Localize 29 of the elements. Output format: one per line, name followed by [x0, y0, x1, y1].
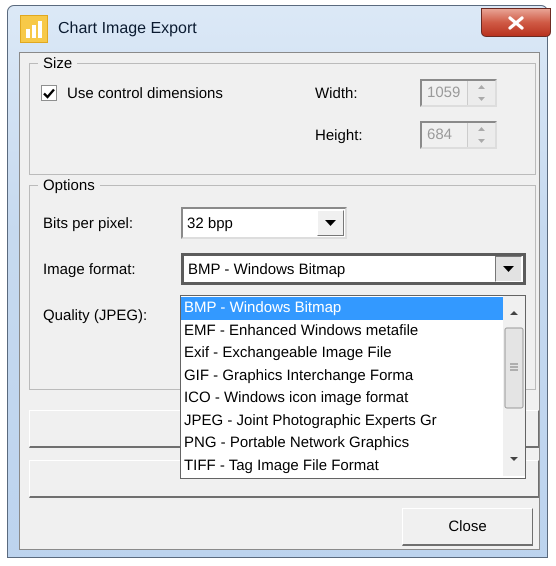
checkbox-label[interactable]: Use control dimensions: [67, 84, 223, 102]
list-item[interactable]: EMF - Enhanced Windows metafile: [181, 320, 503, 342]
up-arrow-icon: [478, 127, 485, 131]
close-button[interactable]: [481, 8, 551, 37]
checkbox[interactable]: [41, 85, 57, 101]
field-label: Quality (JPEG):: [43, 306, 148, 324]
close-button[interactable]: Close: [402, 508, 533, 546]
list-item[interactable]: TIFF - Tag Image File Format: [181, 454, 503, 477]
field-label: Width:: [315, 84, 359, 102]
group-label: Options: [38, 177, 100, 195]
list-item[interactable]: Exif - Exchangeable Image File: [181, 342, 503, 364]
checkmark-icon: [43, 88, 55, 98]
close-icon: [507, 16, 525, 30]
down-arrow-icon: [478, 139, 485, 143]
list-item[interactable]: GIF - Graphics Interchange Forma: [181, 364, 503, 387]
window-title: Chart Image Export: [58, 20, 197, 38]
up-arrow-icon: [478, 85, 485, 89]
list-item[interactable]: ICO - Windows icon image format: [181, 387, 503, 410]
field-label: Height:: [315, 126, 364, 144]
caret-icon: [325, 220, 336, 226]
caret-icon: [503, 266, 514, 272]
field-label: Image format:: [43, 260, 137, 278]
bar-chart-icon: [20, 15, 48, 43]
dropdown[interactable]: BMP - Windows Bitmap: [181, 253, 526, 285]
list-item[interactable]: JPEG - Joint Photographic Experts Gr: [181, 410, 503, 432]
field-label: Bits per pixel:: [43, 214, 134, 232]
dropdown[interactable]: 32 bpp: [181, 207, 347, 239]
down-arrow-icon: [478, 97, 485, 101]
list-item[interactable]: PNG - Portable Network Graphics: [181, 432, 503, 454]
